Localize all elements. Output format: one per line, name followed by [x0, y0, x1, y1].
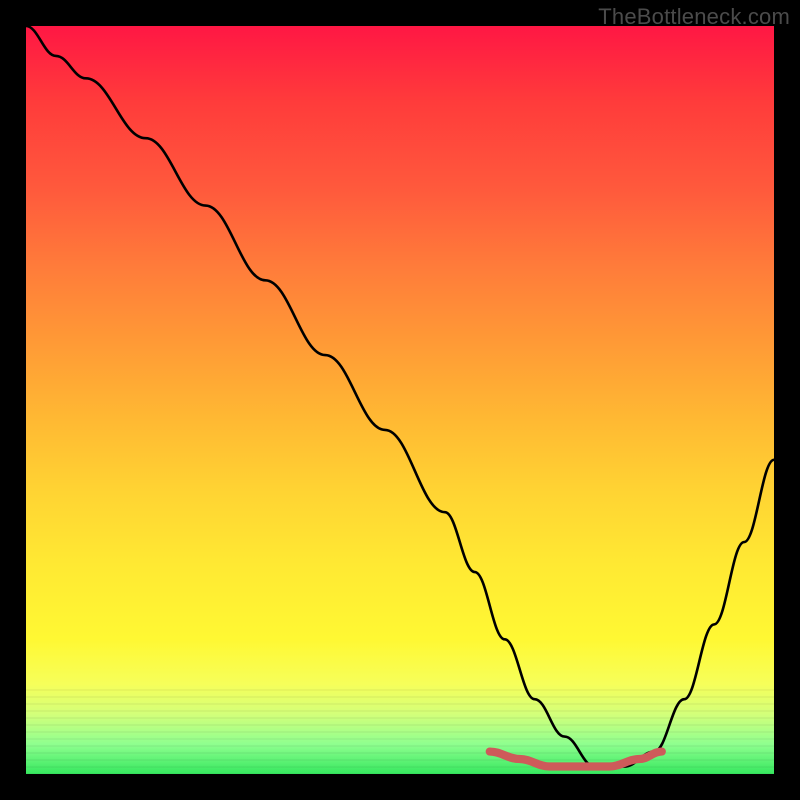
black-curve-path [26, 26, 774, 767]
red-highlight-path [490, 752, 662, 767]
watermark-text: TheBottleneck.com [598, 4, 790, 30]
chart-plot-area [26, 26, 774, 774]
chart-frame [26, 26, 774, 774]
